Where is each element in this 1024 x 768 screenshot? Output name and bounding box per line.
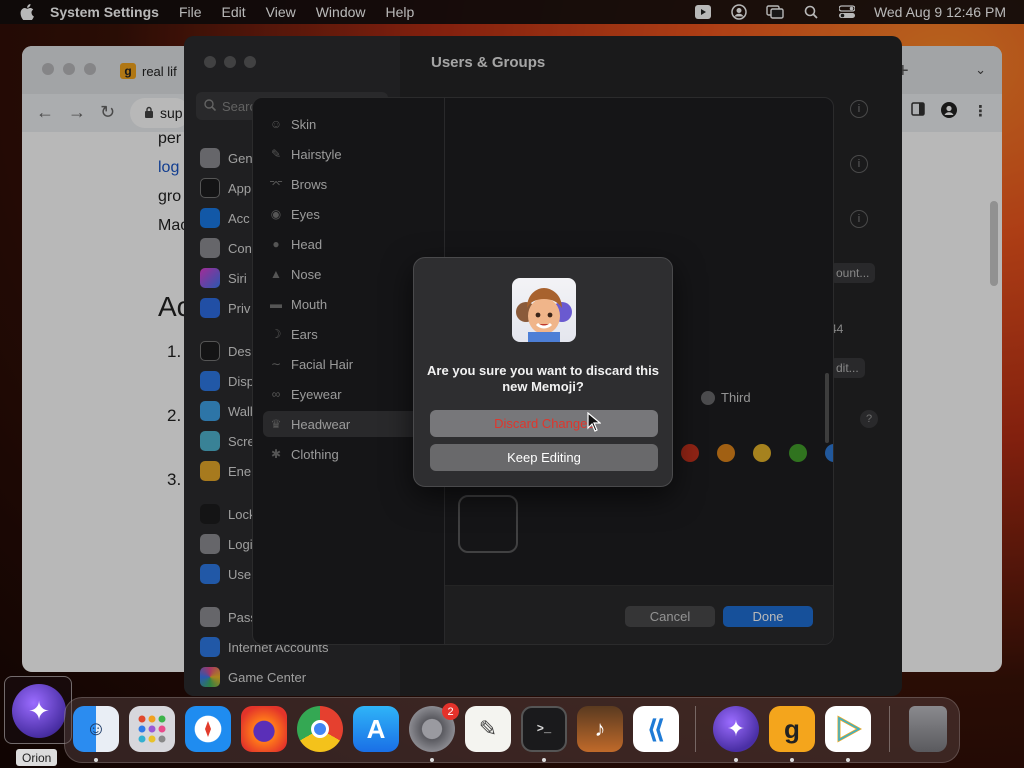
running-indicator bbox=[790, 758, 794, 762]
chrome-icon[interactable] bbox=[297, 706, 343, 752]
trash-icon[interactable] bbox=[909, 706, 947, 752]
running-indicator bbox=[94, 758, 98, 762]
memoji-avatar bbox=[512, 278, 576, 342]
launchpad-icon[interactable] bbox=[129, 706, 175, 752]
vscode-icon[interactable]: ⟪ bbox=[633, 706, 679, 752]
textedit-pen-icon[interactable]: ✎ bbox=[465, 706, 511, 752]
garageband-guitar-icon[interactable]: ♪ bbox=[577, 706, 623, 752]
discard-alert-dialog: Are you sure you want to discard this ne… bbox=[413, 257, 673, 487]
dock-tooltip: Orion bbox=[16, 749, 58, 766]
running-indicator bbox=[542, 758, 546, 762]
app-store-icon[interactable]: A bbox=[353, 706, 399, 752]
running-indicator bbox=[846, 758, 850, 762]
finder-icon[interactable]: ☺ bbox=[73, 706, 119, 752]
safari-compass-icon[interactable] bbox=[185, 706, 231, 752]
mouse-cursor-icon bbox=[587, 412, 601, 432]
orion-sparkle-icon: ✦ bbox=[12, 684, 66, 738]
keep-editing-button[interactable]: Keep Editing bbox=[430, 444, 658, 471]
dock: ☺ A ✎ >_ ♪ ⟪ ✦ g bbox=[64, 697, 960, 763]
dock-divider bbox=[695, 706, 696, 752]
infuse-play-icon[interactable] bbox=[825, 706, 871, 752]
running-indicator bbox=[430, 758, 434, 762]
orion-hover-preview[interactable]: ✦ bbox=[4, 676, 72, 744]
terminal-icon[interactable]: >_ bbox=[521, 706, 567, 752]
grammarly-g-icon[interactable]: g bbox=[769, 706, 815, 752]
running-indicator bbox=[734, 758, 738, 762]
alert-message: Are you sure you want to discard this ne… bbox=[427, 363, 659, 394]
orion-icon[interactable]: ✦ bbox=[713, 706, 759, 752]
dock-divider bbox=[889, 706, 890, 752]
discard-changes-button[interactable]: Discard Changes bbox=[430, 410, 658, 437]
notification-badge: 2 bbox=[442, 703, 459, 720]
firefox-icon[interactable] bbox=[241, 706, 287, 752]
